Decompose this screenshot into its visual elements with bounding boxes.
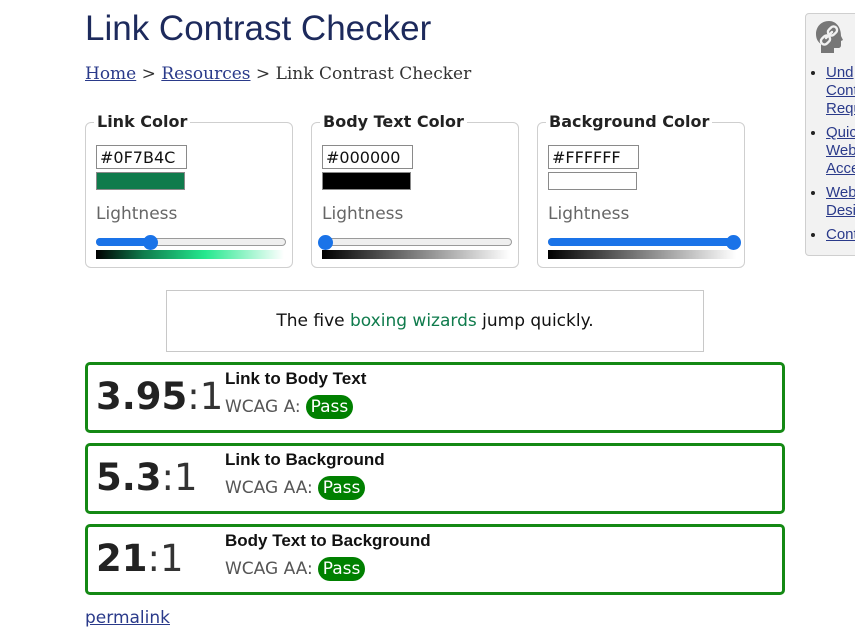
sample-text-after: jump quickly. (476, 311, 594, 331)
contrast-ratio: 5.3:1 (96, 456, 198, 499)
permalink-link[interactable]: permalink (85, 608, 170, 628)
panel-legend: Body Text Color (320, 112, 467, 131)
panel-legend: Link Color (94, 112, 191, 131)
ratio-value: 5.3 (96, 456, 162, 499)
background-hex-input[interactable] (548, 145, 639, 169)
lightness-gradient (548, 250, 736, 259)
ratio-suffix: :1 (161, 456, 198, 499)
sidebar-item: Und Cont Requ (826, 64, 855, 118)
result-title: Body Text to Background (225, 531, 431, 550)
lightness-label: Lightness (96, 204, 178, 224)
ratio-value: 21 (96, 537, 148, 580)
sidebar-item: Cont (826, 226, 855, 244)
wcag-level: WCAG AA: Pass (225, 476, 366, 500)
sidebar-link[interactable]: Cont (826, 226, 855, 243)
link-lightness-slider[interactable] (96, 233, 286, 250)
slider-thumb[interactable] (318, 235, 333, 250)
body-text-hex-input[interactable] (322, 145, 413, 169)
background-color-swatch[interactable] (548, 172, 637, 190)
body-text-color-panel: Body Text Color Lightness (311, 112, 519, 268)
sidebar-item: Web Desi (826, 184, 855, 220)
pass-badge: Pass (305, 395, 354, 419)
ratio-suffix: :1 (187, 375, 224, 418)
sidebar-link[interactable]: Quic Web Acce (826, 124, 855, 177)
slider-thumb[interactable] (726, 235, 741, 250)
lightness-label: Lightness (322, 204, 404, 224)
ratio-value: 3.95 (96, 375, 188, 418)
breadcrumb-separator: > (255, 64, 271, 84)
sample-text-before: The five (276, 311, 350, 331)
panel-legend: Background Color (546, 112, 713, 131)
slider-thumb[interactable] (142, 235, 158, 250)
wcag-level: WCAG A: Pass (225, 395, 354, 419)
sidebar-link[interactable]: Web Desi (826, 184, 855, 219)
wcag-level: WCAG AA: Pass (225, 557, 366, 581)
sidebar-link-list: Und Cont Requ Quic Web Acce Web Desi Con… (810, 64, 855, 250)
sample-text-box: The five boxing wizards jump quickly. (166, 290, 704, 352)
breadcrumb-resources-link[interactable]: Resources (161, 64, 250, 84)
link-head-icon (814, 20, 844, 58)
background-color-panel: Background Color Lightness (537, 112, 745, 268)
link-color-swatch[interactable] (96, 172, 185, 190)
lightness-gradient (96, 250, 284, 259)
lightness-gradient (322, 250, 510, 259)
pass-badge: Pass (317, 557, 366, 581)
wcag-label: WCAG A: (225, 397, 301, 417)
ratio-suffix: :1 (147, 537, 184, 580)
result-title: Link to Body Text (225, 369, 367, 388)
link-color-hex-input[interactable] (96, 145, 187, 169)
wcag-label: WCAG AA: (225, 559, 313, 579)
breadcrumb-current: Link Contrast Checker (275, 64, 472, 84)
page-title: Link Contrast Checker (85, 9, 432, 48)
body-text-color-swatch[interactable] (322, 172, 411, 190)
sample-link[interactable]: boxing wizards (350, 311, 477, 331)
result-title: Link to Background (225, 450, 385, 469)
sidebar-item: Quic Web Acce (826, 124, 855, 178)
lightness-label: Lightness (548, 204, 630, 224)
breadcrumb-home-link[interactable]: Home (85, 64, 136, 84)
result-link-to-body: 3.95:1 Link to Body Text WCAG A: Pass (85, 362, 785, 433)
wcag-label: WCAG AA: (225, 478, 313, 498)
result-link-to-background: 5.3:1 Link to Background WCAG AA: Pass (85, 443, 785, 514)
background-lightness-slider[interactable] (548, 233, 741, 250)
breadcrumb: Home > Resources > Link Contrast Checker (85, 64, 471, 84)
related-resources-sidebar: Und Cont Requ Quic Web Acce Web Desi Con… (805, 13, 855, 256)
sidebar-link[interactable]: Und Cont Requ (826, 64, 855, 117)
contrast-ratio: 21:1 (96, 537, 184, 580)
pass-badge: Pass (317, 476, 366, 500)
link-color-panel: Link Color Lightness (85, 112, 293, 268)
result-body-to-background: 21:1 Body Text to Background WCAG AA: Pas… (85, 524, 785, 595)
breadcrumb-separator: > (141, 64, 156, 84)
body-text-lightness-slider[interactable] (318, 233, 512, 250)
contrast-ratio: 3.95:1 (96, 375, 223, 418)
